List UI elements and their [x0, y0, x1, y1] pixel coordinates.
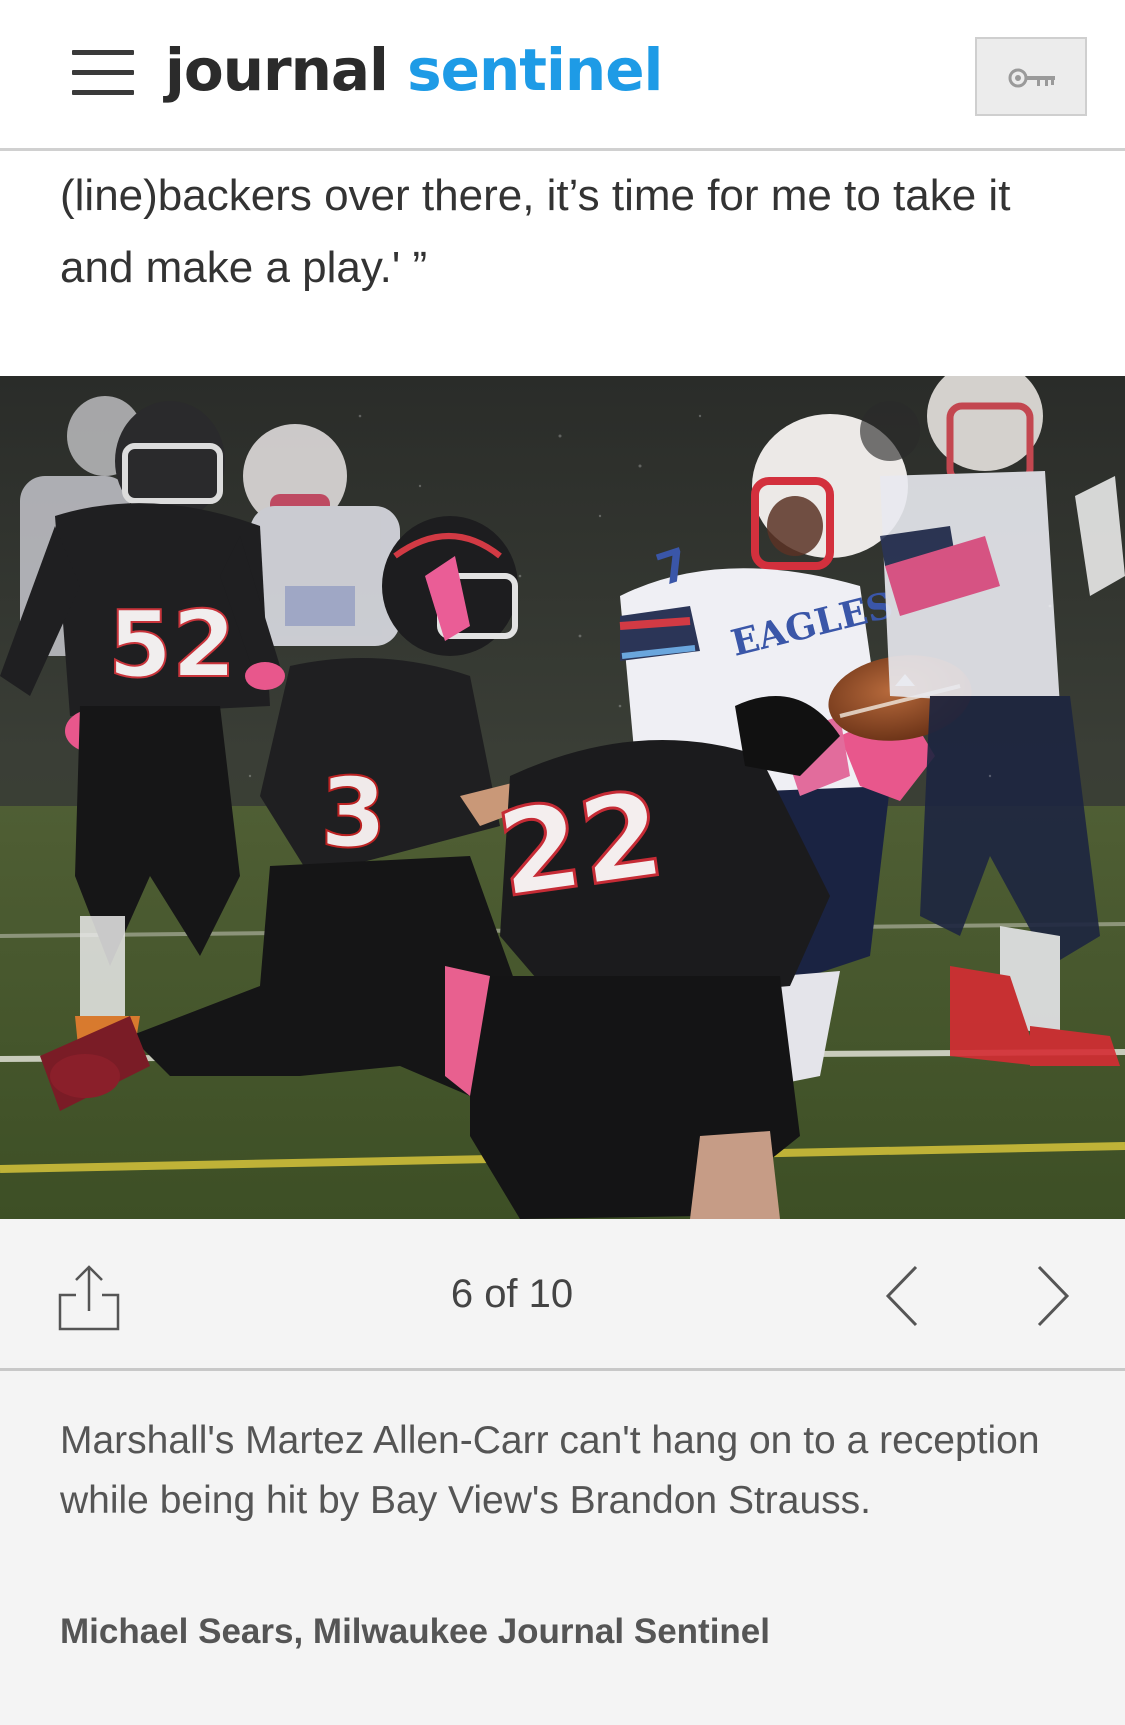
chevron-right-icon[interactable]: [1025, 1261, 1075, 1331]
gallery-counter: 6 of 10: [450, 1272, 574, 1316]
jersey-number-3: 3: [320, 757, 387, 869]
chevron-left-icon[interactable]: [880, 1261, 930, 1331]
article-quote-text: (line)backers over there, it’s time for …: [60, 171, 1011, 292]
gallery-toolbar: 6 of 10: [0, 1219, 1125, 1371]
logo-word-journal: journal: [165, 36, 389, 104]
page: journal sentinel (line)backers over ther…: [0, 0, 1125, 1725]
logo-word-sentinel: sentinel: [407, 36, 663, 104]
football-photo-illustration: 52 3 EAGLES 7 22: [0, 376, 1125, 1219]
photo-caption-area: Marshall's Martez Allen-Carr can't hang …: [0, 1371, 1125, 1725]
account-key-button[interactable]: [975, 37, 1087, 116]
site-logo[interactable]: journal sentinel: [165, 30, 663, 110]
jersey-number-52: 52: [108, 591, 236, 698]
site-header: journal sentinel: [0, 0, 1125, 151]
photo-caption: Marshall's Martez Allen-Carr can't hang …: [60, 1419, 1040, 1522]
share-icon[interactable]: [56, 1263, 122, 1333]
hamburger-menu-icon[interactable]: [72, 50, 136, 98]
key-icon: [1008, 68, 1055, 88]
jersey-number-22: 22: [490, 764, 672, 924]
gallery-photo[interactable]: 52 3 EAGLES 7 22: [0, 376, 1125, 1219]
photo-credit: Michael Sears, Milwaukee Journal Sentine…: [60, 1612, 770, 1651]
